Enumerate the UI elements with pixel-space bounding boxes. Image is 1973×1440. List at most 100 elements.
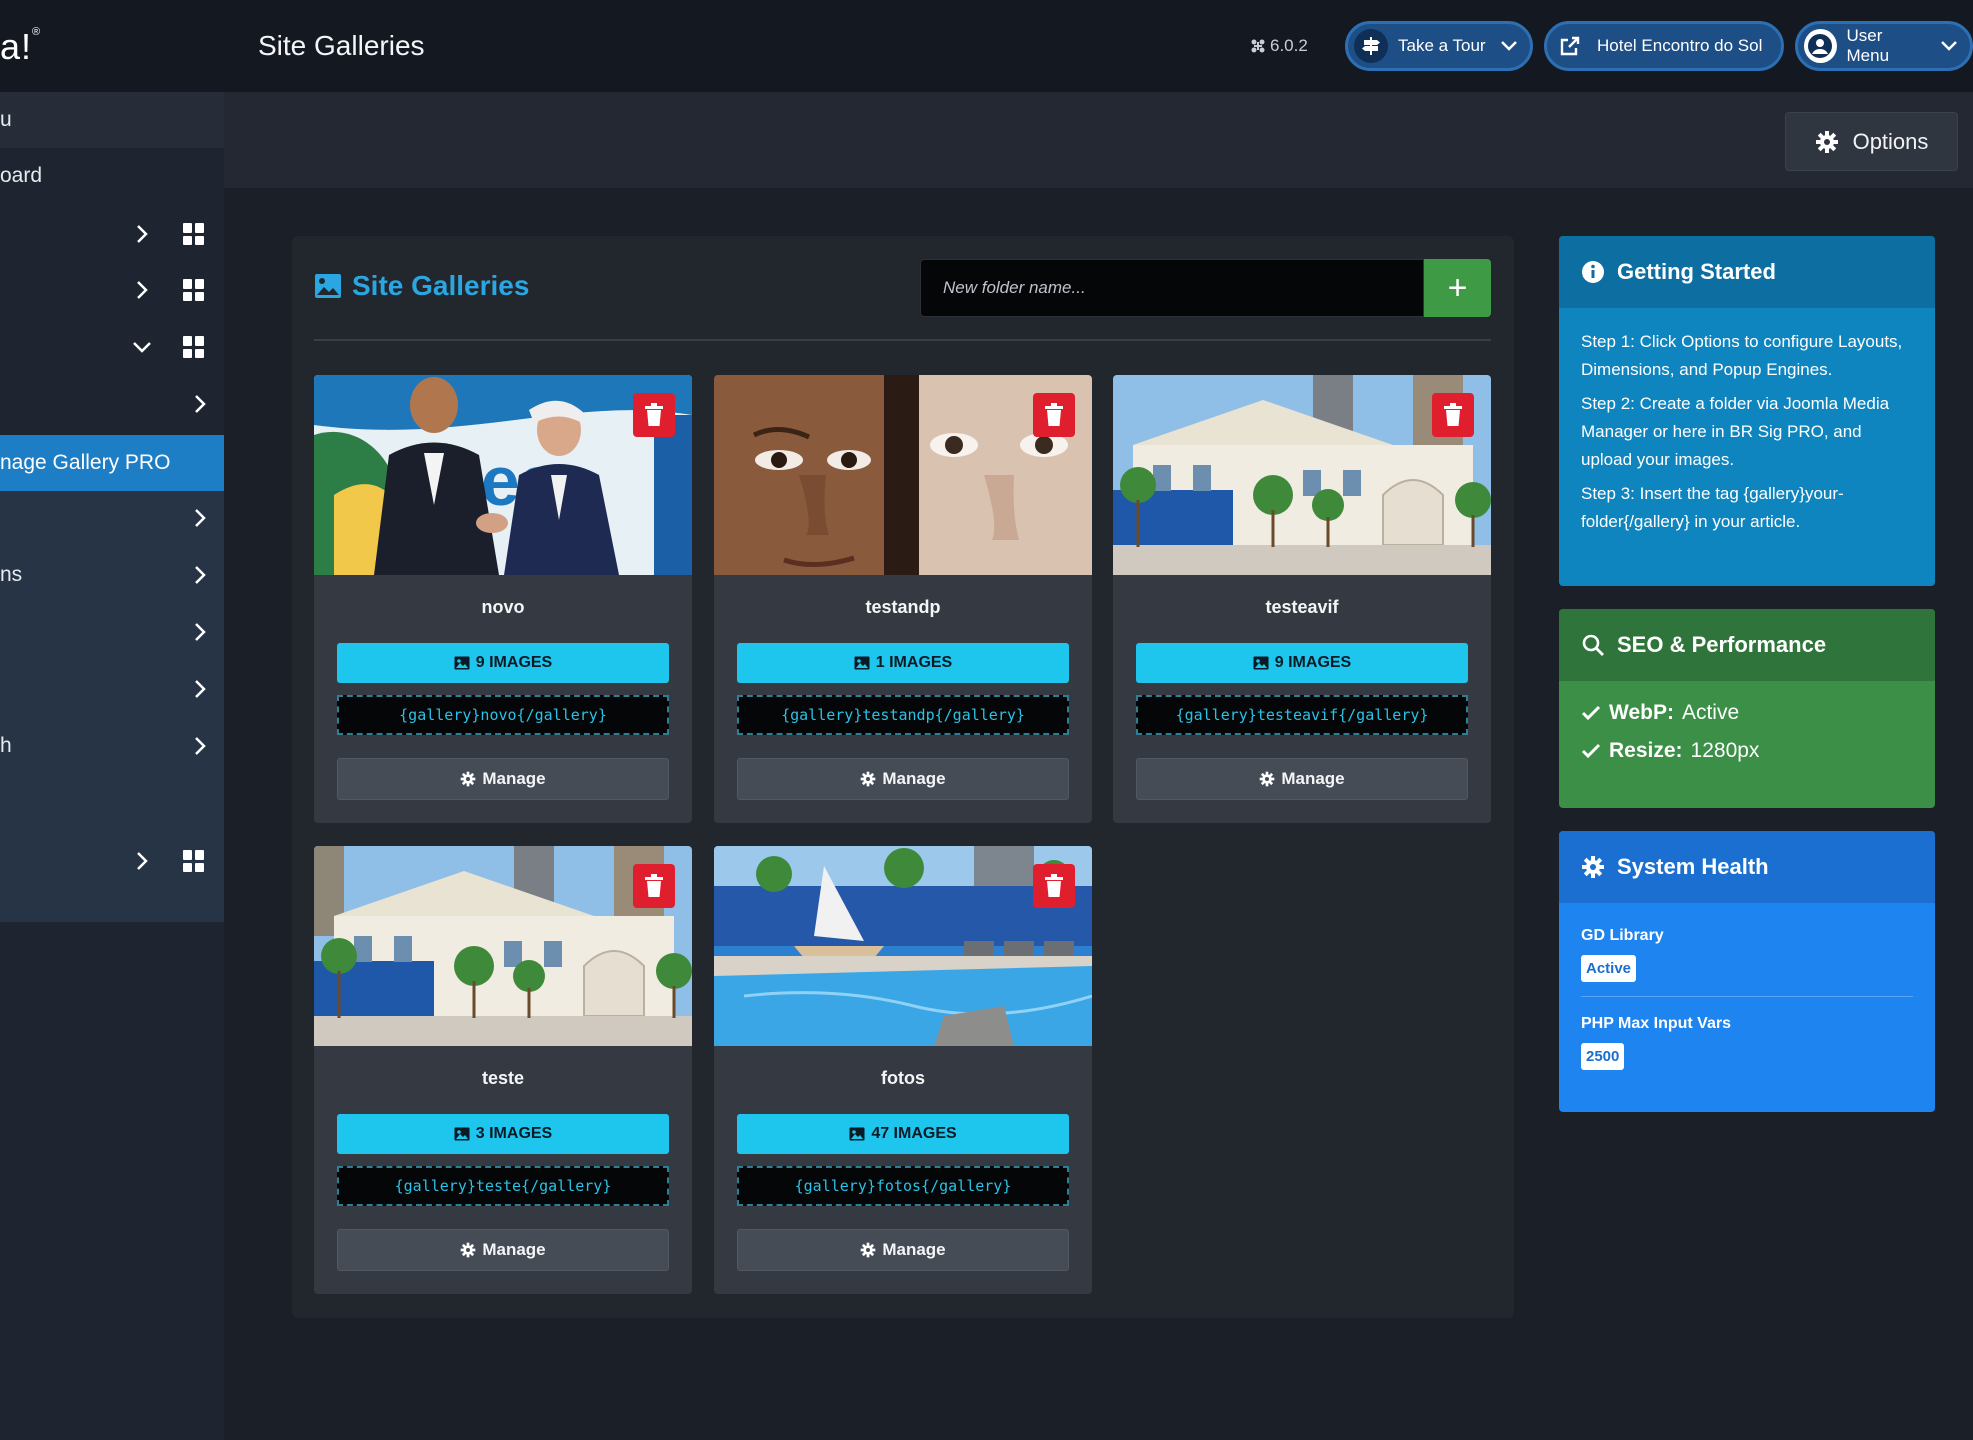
sidebar-item-dashboard[interactable]: oard [0, 148, 224, 204]
image-count-button[interactable]: 3 IMAGES [337, 1114, 669, 1154]
folder-name: teste [481, 1068, 525, 1088]
seo-performance-widget: SEO & Performance WebP: Active Resize: 1… [1559, 609, 1935, 808]
image-count-button[interactable]: 47 IMAGES [737, 1114, 1069, 1154]
manage-button[interactable]: Manage [1136, 758, 1468, 800]
image-count-label: 9 IMAGES [475, 654, 553, 671]
image-count-button[interactable]: 9 IMAGES [1136, 643, 1468, 683]
user-menu-label: User Menu [1846, 26, 1890, 65]
check-icon [1581, 743, 1601, 759]
gear-icon [860, 1242, 876, 1258]
sidebar-item-label: h [0, 734, 12, 757]
chevron-right-icon [193, 564, 207, 586]
delete-folder-button[interactable] [633, 393, 675, 437]
user-menu-button[interactable]: User Menu [1795, 21, 1973, 71]
gallery-tag-code[interactable]: {gallery}testeavif{/gallery} [1136, 695, 1468, 735]
sidebar-item-label: oard [0, 164, 43, 187]
webp-value: Active [1681, 701, 1740, 724]
gallery-card-fotos: fotos 47 IMAGES {gallery}fotos{/gallery}… [714, 846, 1092, 1294]
dashboard-grid-icon[interactable] [183, 279, 205, 301]
step-text: Step 2: Create a folder via Joomla Media… [1581, 394, 1890, 469]
sidebar-subitem[interactable] [0, 661, 224, 717]
manage-button[interactable]: Manage [337, 758, 669, 800]
widget-header: System Health [1559, 831, 1935, 903]
sidebar-item-menus[interactable] [0, 262, 224, 318]
take-tour-button[interactable]: Take a Tour [1345, 21, 1533, 71]
gallery-tag-code[interactable]: {gallery}teste{/gallery} [337, 1166, 669, 1206]
sidebar-subitem[interactable] [0, 604, 224, 660]
chevron-right-icon [135, 850, 149, 872]
divider [1581, 996, 1913, 997]
gallery-tag-code[interactable]: {gallery}fotos{/gallery} [737, 1166, 1069, 1206]
delete-folder-button[interactable] [1033, 864, 1075, 908]
gallery-card-teste: teste 3 IMAGES {gallery}teste{/gallery} … [314, 846, 692, 1294]
gallery-tag-code[interactable]: {gallery}testandp{/gallery} [737, 695, 1069, 735]
folder-name: novo [481, 597, 525, 617]
sidebar-menu-toggle[interactable]: u [0, 92, 224, 148]
image-icon [849, 1127, 865, 1141]
site-name-label: Hotel Encontro do Sol [1597, 36, 1763, 55]
signpost-icon [1354, 29, 1388, 63]
image-icon [454, 656, 470, 670]
brand-logo[interactable]: a!® [0, 26, 41, 68]
chevron-right-icon [193, 393, 207, 415]
image-count-label: 9 IMAGES [1274, 654, 1352, 671]
image-count-button[interactable]: 1 IMAGES [737, 643, 1069, 683]
gear-icon [1581, 855, 1605, 879]
image-icon [1253, 656, 1269, 670]
sidebar-item-users[interactable] [0, 833, 224, 889]
dashboard-grid-icon[interactable] [183, 336, 205, 358]
dashboard-grid-icon[interactable] [183, 850, 205, 872]
trash-icon [1044, 403, 1064, 427]
chevron-down-icon [131, 340, 153, 354]
check-icon [1581, 705, 1601, 721]
value-badge: 2500 [1581, 1043, 1625, 1070]
sidebar-subitem[interactable]: ns [0, 547, 224, 603]
gallery-tag-code[interactable]: {gallery}novo{/gallery} [337, 695, 669, 735]
chevron-down-icon [1940, 40, 1958, 52]
options-label: Options [1852, 128, 1929, 154]
delete-folder-button[interactable] [1432, 393, 1474, 437]
image-count-button[interactable]: 9 IMAGES [337, 643, 669, 683]
version-text: 6.0.2 [1270, 36, 1308, 55]
manage-button[interactable]: Manage [737, 758, 1069, 800]
dashboard-grid-icon[interactable] [183, 223, 205, 245]
sidebar-subitem[interactable] [0, 376, 224, 432]
widget-body: GD Library Active PHP Max Input Vars 250… [1559, 903, 1935, 1090]
sidebar-subitem[interactable] [0, 490, 224, 546]
site-link-button[interactable]: Hotel Encontro do Sol [1544, 21, 1784, 71]
add-folder-button[interactable]: + [1424, 259, 1491, 317]
sidebar-item-label: u [0, 108, 12, 131]
page-title: Site Galleries [258, 30, 425, 61]
chevron-right-icon [135, 223, 149, 245]
folder-name: testandp [865, 597, 941, 617]
sidebar-item-components[interactable] [0, 319, 224, 375]
trash-icon [644, 874, 664, 898]
manage-label: Manage [1281, 769, 1345, 788]
image-count-label: 3 IMAGES [475, 1125, 553, 1142]
widget-body: Step 1: Click Options to configure Layou… [1559, 308, 1935, 562]
resize-label: Resize: [1609, 739, 1683, 762]
trash-icon [1443, 403, 1463, 427]
top-header: a!® Site Galleries 6.0.2 Take a Tour Hot… [0, 0, 1973, 92]
search-icon [1581, 633, 1605, 657]
sidebar-item-image-gallery-pro[interactable]: nage Gallery PRO [0, 435, 224, 491]
resize-status: Resize: 1280px [1581, 739, 1913, 763]
options-button[interactable]: Options [1785, 112, 1958, 171]
new-folder-input[interactable] [920, 259, 1424, 317]
trash-icon [1044, 874, 1064, 898]
system-health-widget: System Health GD Library Active PHP Max … [1559, 831, 1935, 1112]
manage-button[interactable]: Manage [737, 1229, 1069, 1271]
delete-folder-button[interactable] [633, 864, 675, 908]
folder-name: fotos [881, 1068, 925, 1088]
toolbar [224, 92, 1973, 188]
take-tour-label: Take a Tour [1398, 36, 1486, 55]
image-count-label: 1 IMAGES [875, 654, 953, 671]
sidebar-subitem[interactable]: h [0, 718, 224, 774]
delete-folder-button[interactable] [1033, 393, 1075, 437]
getting-started-widget: Getting Started Step 1: Click Options to… [1559, 236, 1935, 586]
php-max-input-vars-label: PHP Max Input Vars [1581, 1015, 1731, 1032]
widget-header: Getting Started [1559, 236, 1935, 308]
manage-button[interactable]: Manage [337, 1229, 669, 1271]
gallery-card-novo: Ses novo 9 IMAGES {gallery}novo{/gallery… [314, 375, 692, 823]
sidebar-item-content[interactable] [0, 206, 224, 262]
